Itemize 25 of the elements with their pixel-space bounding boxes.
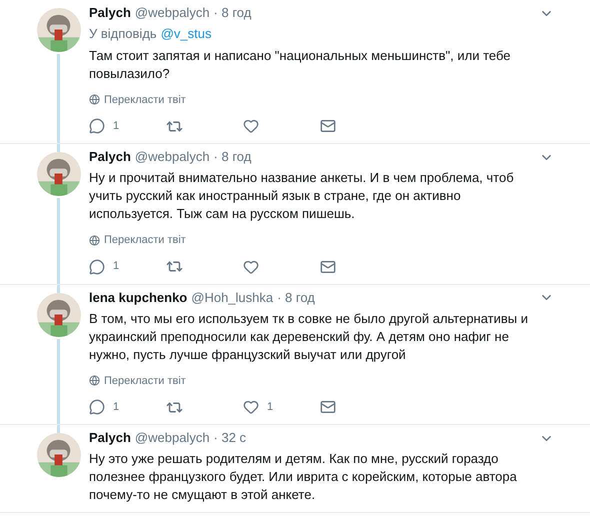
user-name[interactable]: Palych bbox=[89, 147, 131, 167]
user-handle[interactable]: @webpalych bbox=[134, 147, 210, 167]
user-handle[interactable]: @webpalych bbox=[134, 428, 210, 448]
like-button[interactable]: 1 bbox=[243, 398, 320, 416]
tweet-text: Ну и прочитай внимательно название анкеты. И в чем проблема, чтоб учить русский как иностранный язык в стране, где он активно используется. Тыж сам на русском пишешь. bbox=[89, 169, 515, 223]
user-name[interactable]: Palych bbox=[89, 428, 131, 448]
reply-label: У відповідь bbox=[89, 25, 157, 43]
translate-link[interactable]: Перекласти твіт bbox=[89, 92, 186, 108]
user-name[interactable]: lena kupchenko bbox=[89, 288, 188, 308]
tweet-time[interactable]: · 8 год bbox=[214, 147, 252, 167]
user-handle[interactable]: @webpalych bbox=[134, 3, 210, 23]
user-handle[interactable]: @Hoh_lushka bbox=[191, 288, 274, 308]
tweet-time[interactable]: · 32 с bbox=[214, 428, 246, 448]
translate-link[interactable]: Перекласти твіт bbox=[89, 372, 186, 389]
tweet-time[interactable]: · 8 год bbox=[214, 3, 252, 23]
tweet-text: Там стоит запятая и написано "национальных меньшинств", или тебе повылазило? bbox=[89, 46, 512, 82]
reply-button[interactable]: 1 bbox=[89, 258, 166, 275]
reply-button[interactable]: 1 bbox=[89, 398, 166, 416]
tweet-text: Ну это уже решать родителям и детям. Как по мне, русский гораздо полезнее французкого будет. Или иврита с корейским, которые автора почему-то не смущают в этой анкете. bbox=[89, 450, 518, 504]
reply-button[interactable]: 1 bbox=[89, 118, 166, 134]
mention-link[interactable]: @v_stus bbox=[160, 24, 212, 44]
user-name[interactable]: Palych bbox=[89, 3, 131, 23]
tweet-text: В том, что мы его используем тк в совке не было другой альтернативы и украинский преподносили как деревенский фу. А детям оно нафиг не нужно, пусть лучше французский выучат или другой bbox=[89, 310, 530, 364]
tweet-time[interactable]: · 8 год bbox=[277, 288, 315, 308]
translate-link[interactable]: Перекласти твіт bbox=[89, 232, 186, 248]
